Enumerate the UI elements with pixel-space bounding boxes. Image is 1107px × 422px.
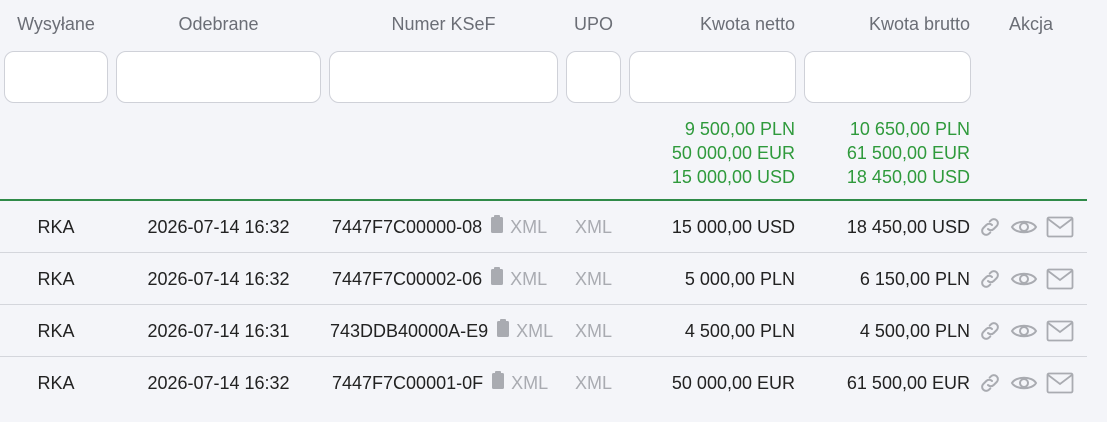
col-header-sent: Wysyłane <box>17 14 95 34</box>
cell-gross: 4 500,00 PLN <box>859 321 970 341</box>
row-actions <box>978 318 1074 344</box>
eye-icon[interactable] <box>1010 373 1038 393</box>
clipboard-icon[interactable] <box>490 254 504 306</box>
cell-gross: 6 150,00 PLN <box>859 269 970 289</box>
col-header-net: Kwota netto <box>699 14 795 34</box>
envelope-icon[interactable] <box>1046 320 1074 342</box>
filter-upo-input[interactable] <box>566 51 621 103</box>
col-header-ksef: Numer KSeF <box>391 14 496 34</box>
cell-net: 4 500,00 PLN <box>684 321 795 341</box>
totals-net: 9 500,00 PLN 50 000,00 EUR 15 000,00 USD <box>600 117 795 189</box>
cell-net: 15 000,00 USD <box>671 217 795 237</box>
cell-net: 5 000,00 PLN <box>684 269 795 289</box>
col-header-gross: Kwota brutto <box>868 14 970 34</box>
total-net-eur: 50 000,00 EUR <box>671 143 795 163</box>
col-header-received: Odebrane <box>178 14 259 34</box>
link-icon[interactable] <box>978 267 1002 291</box>
cell-gross: 61 500,00 EUR <box>846 373 970 393</box>
ksef-number: 7447F7C00001-0F <box>332 373 484 393</box>
total-gross-eur: 61 500,00 EUR <box>846 143 970 163</box>
cell-ksef: 7447F7C00000-08 XML <box>332 201 567 253</box>
filter-gross-input[interactable] <box>804 51 971 103</box>
total-net-pln: 9 500,00 PLN <box>684 119 795 139</box>
row-actions <box>978 266 1074 292</box>
totals-gross: 10 650,00 PLN 61 500,00 EUR 18 450,00 US… <box>775 117 970 189</box>
cell-received: 2026-07-14 16:32 <box>147 269 290 289</box>
table-row[interactable]: RKA 2026-07-14 16:32 7447F7C00001-0F XML … <box>0 357 1087 409</box>
link-icon[interactable] <box>978 319 1002 343</box>
eye-icon[interactable] <box>1010 269 1038 289</box>
ksef-xml-link[interactable]: XML <box>516 321 553 341</box>
cell-sent: RKA <box>37 269 75 289</box>
total-net-usd: 15 000,00 USD <box>671 167 795 187</box>
cell-received: 2026-07-14 16:32 <box>147 217 290 237</box>
cell-sent: RKA <box>37 373 75 393</box>
total-gross-pln: 10 650,00 PLN <box>849 119 970 139</box>
cell-sent: RKA <box>37 321 75 341</box>
cell-ksef: 7447F7C00001-0F XML <box>332 357 567 409</box>
envelope-icon[interactable] <box>1046 268 1074 290</box>
cell-net: 50 000,00 EUR <box>671 373 795 393</box>
col-header-upo: UPO <box>573 14 613 34</box>
clipboard-icon[interactable] <box>490 202 504 254</box>
eye-icon[interactable] <box>1010 217 1038 237</box>
link-icon[interactable] <box>978 371 1002 395</box>
cell-ksef: 743DDB40000A-E9 XML <box>330 305 567 357</box>
row-actions <box>978 370 1074 396</box>
envelope-icon[interactable] <box>1046 372 1074 394</box>
row-actions <box>978 214 1074 240</box>
ksef-xml-link[interactable]: XML <box>511 373 548 393</box>
col-header-action: Akcja <box>1008 14 1053 34</box>
clipboard-icon[interactable] <box>491 358 505 410</box>
filter-received-input[interactable] <box>116 51 321 103</box>
table-row[interactable]: RKA 2026-07-14 16:32 7447F7C00002-06 XML … <box>0 253 1087 305</box>
total-gross-usd: 18 450,00 USD <box>846 167 970 187</box>
cell-received: 2026-07-14 16:31 <box>147 321 290 341</box>
ksef-xml-link[interactable]: XML <box>510 217 547 237</box>
ksef-number: 7447F7C00000-08 <box>332 217 483 237</box>
ksef-number: 7447F7C00002-06 <box>332 269 483 289</box>
cell-received: 2026-07-14 16:32 <box>147 373 290 393</box>
link-icon[interactable] <box>978 215 1002 239</box>
table-row[interactable]: RKA 2026-07-14 16:32 7447F7C00000-08 XML … <box>0 201 1087 253</box>
envelope-icon[interactable] <box>1046 216 1074 238</box>
table-row[interactable]: RKA 2026-07-14 16:31 743DDB40000A-E9 XML … <box>0 305 1087 357</box>
filter-net-input[interactable] <box>629 51 796 103</box>
filter-ksef-input[interactable] <box>329 51 558 103</box>
eye-icon[interactable] <box>1010 321 1038 341</box>
filter-sent-input[interactable] <box>4 51 108 103</box>
ksef-xml-link[interactable]: XML <box>510 269 547 289</box>
cell-ksef: 7447F7C00002-06 XML <box>332 253 567 305</box>
cell-sent: RKA <box>37 217 75 237</box>
clipboard-icon[interactable] <box>496 306 510 358</box>
ksef-number: 743DDB40000A-E9 <box>330 321 489 341</box>
cell-gross: 18 450,00 USD <box>846 217 970 237</box>
